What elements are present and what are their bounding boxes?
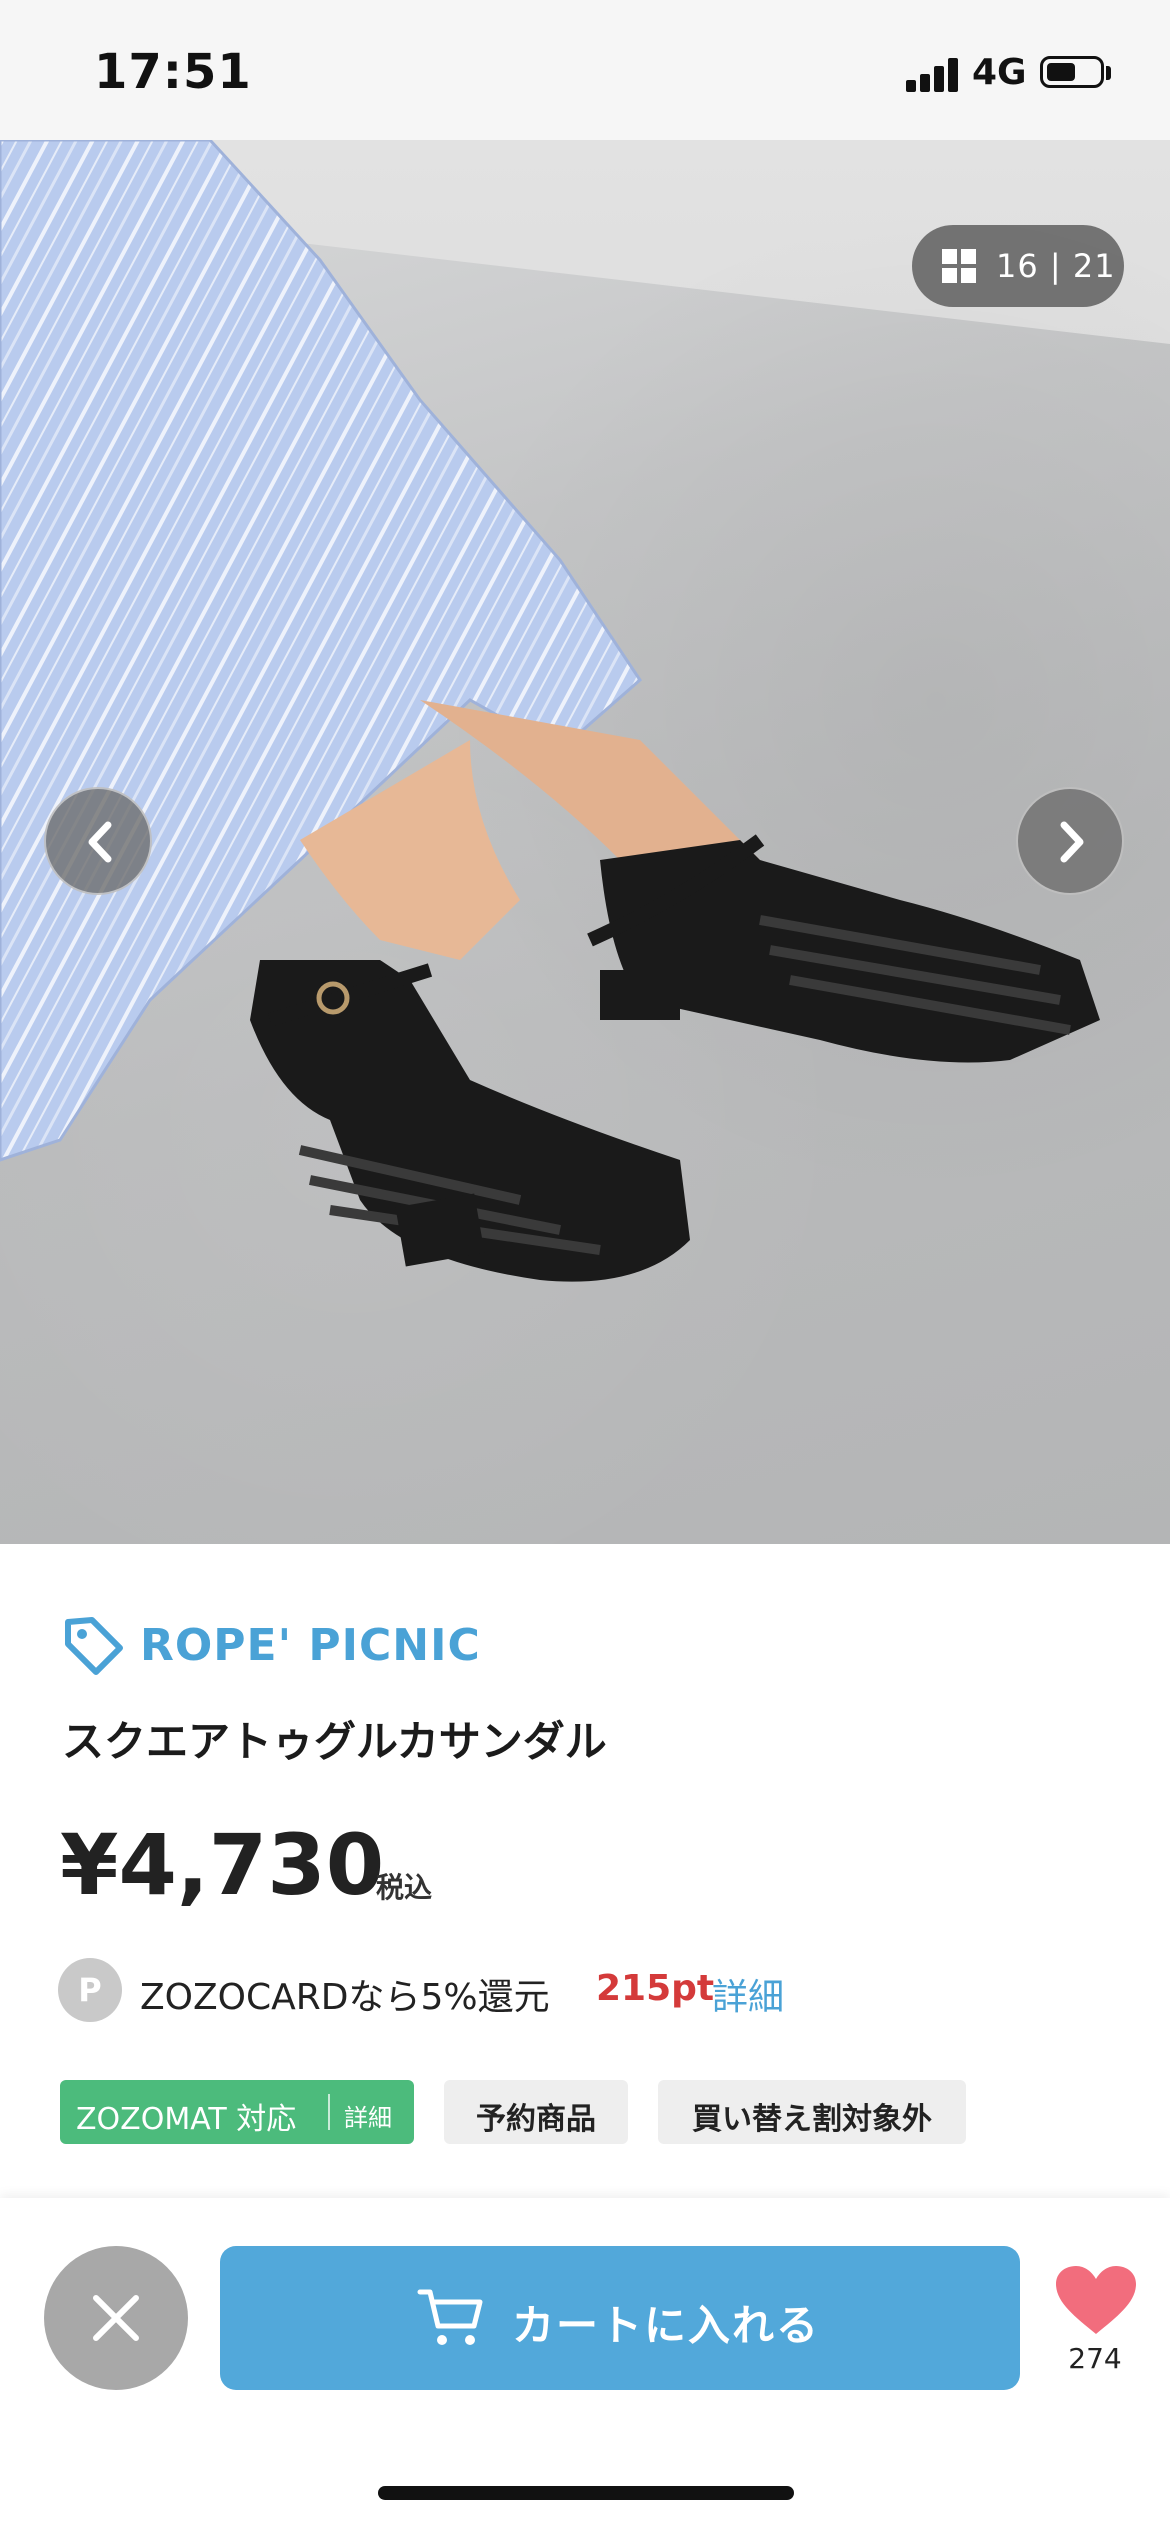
trade-in-label: 買い替え割対象外 [692,2102,932,2137]
points-detail-link[interactable]: 詳細 [712,1968,784,2020]
close-button[interactable] [44,2246,188,2390]
chevron-left-icon [88,821,112,863]
tax-label: 税込 [376,1871,433,1904]
brand-name[interactable]: ROPE' PICNIC [140,1620,481,1671]
bottom-action-bar: カートに入れる 274 [0,2198,1170,2532]
preorder-badge: 予約商品 [444,2080,628,2144]
zozomat-label: ZOZOMAT 対応 [76,2102,297,2137]
next-image-button[interactable] [1016,787,1124,895]
favorite-button[interactable]: 274 [1050,2264,1140,2384]
grid-icon [942,249,976,283]
chevron-right-icon [1060,821,1084,863]
zozomat-badge[interactable]: ZOZOMAT 対応 詳細 [60,2080,414,2144]
status-bar: 17:51 4G [0,0,1170,140]
status-time: 17:51 [94,44,252,100]
add-to-cart-button[interactable]: カートに入れる [220,2246,1020,2390]
product-price: ¥4,730 [60,1816,385,1914]
home-indicator[interactable] [378,2486,794,2500]
add-to-cart-label: カートに入れる [512,2301,821,2350]
tag-icon [65,1617,123,1675]
image-counter[interactable]: 16 | 21 [912,225,1124,307]
points-text: ZOZOCARDなら5%還元 [140,1977,550,2018]
battery-icon [1040,56,1104,88]
points-value: 215pt [596,1968,715,2009]
heart-icon [1056,2266,1136,2334]
zozomat-detail-link[interactable]: 詳細 [344,2098,392,2133]
close-icon [93,2295,139,2341]
preorder-label: 予約商品 [476,2102,596,2137]
points-icon: P [58,1958,122,2022]
product-image[interactable]: 16 | 21 [0,140,1170,1544]
badge-divider [328,2094,330,2130]
favorite-count: 274 [1068,2342,1122,2375]
battery-tip [1106,66,1111,80]
product-title: スクエアトゥグルカサンダル [62,1717,607,1766]
cart-icon [417,2289,483,2345]
network-type: 4G [972,52,1027,93]
signal-icon [906,56,962,92]
previous-image-button[interactable] [44,787,152,895]
image-counter-text: 16 | 21 [996,247,1116,285]
product-photo [0,140,1100,1282]
trade-in-badge: 買い替え割対象外 [658,2080,966,2144]
